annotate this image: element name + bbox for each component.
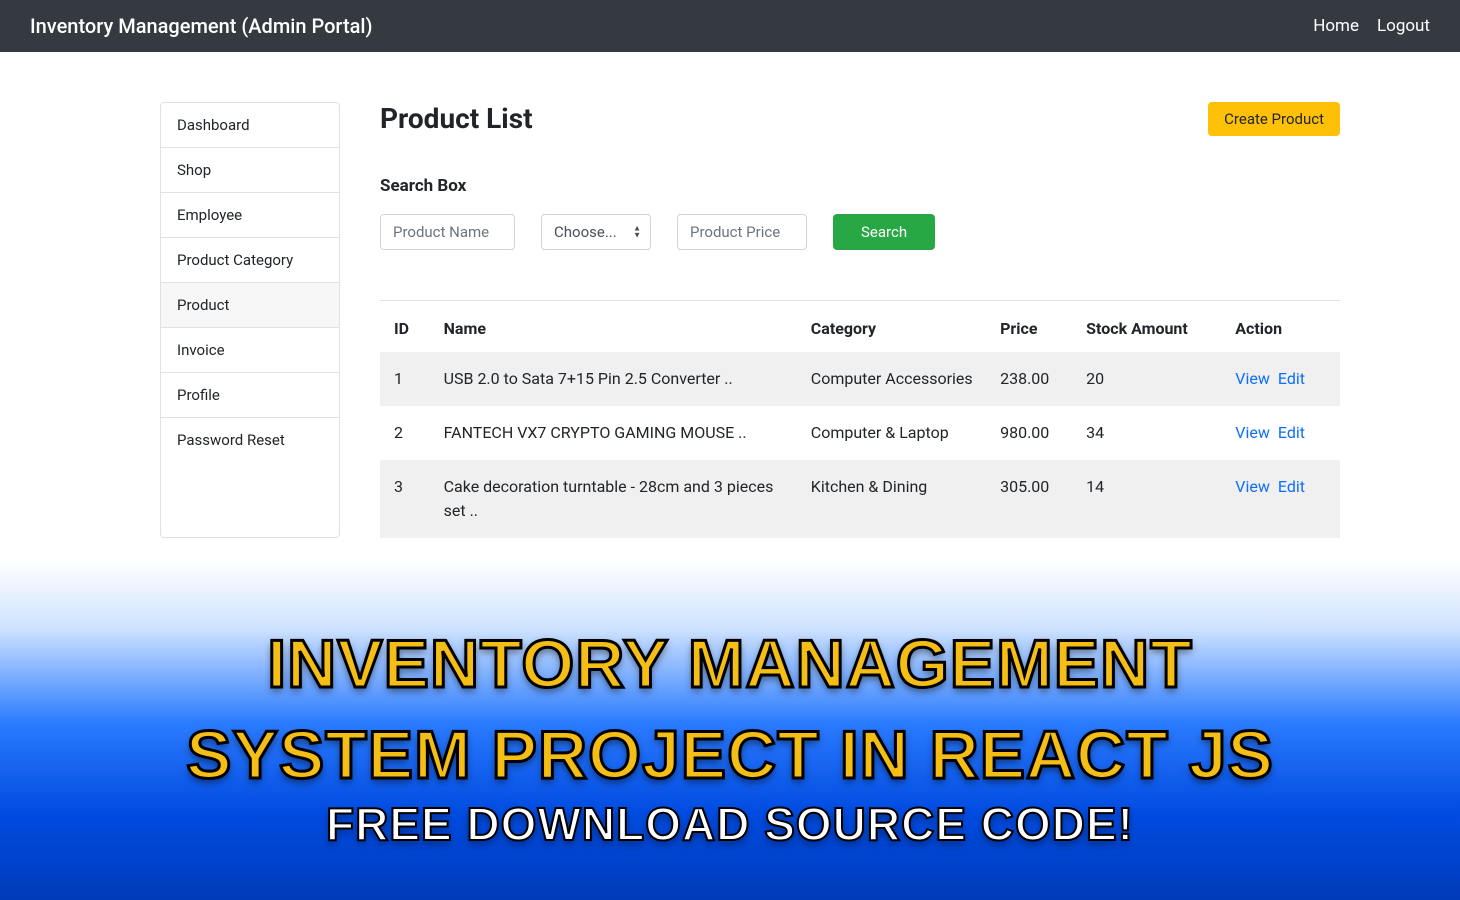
cell-name: USB 2.0 to Sata 7+15 Pin 2.5 Converter .… <box>432 352 799 406</box>
navbar: Inventory Management (Admin Portal) Home… <box>0 0 1460 52</box>
content-container: Dashboard Shop Employee Product Category… <box>0 52 1460 538</box>
nav-home[interactable]: Home <box>1313 16 1359 36</box>
category-select-wrapper: ▲▼ <box>541 214 651 250</box>
cell-name: FANTECH VX7 CRYPTO GAMING MOUSE .. <box>432 406 799 460</box>
sidebar-item-profile[interactable]: Profile <box>161 373 339 418</box>
sidebar: Dashboard Shop Employee Product Category… <box>160 102 340 538</box>
table-body: 1 USB 2.0 to Sata 7+15 Pin 2.5 Converter… <box>380 352 1340 538</box>
cell-stock: 14 <box>1074 460 1223 538</box>
table-row: 3 Cake decoration turntable - 28cm and 3… <box>380 460 1340 538</box>
cell-action: View Edit <box>1223 406 1340 460</box>
edit-link[interactable]: Edit <box>1278 369 1305 388</box>
search-row: ▲▼ Search <box>380 214 1340 250</box>
product-table: ID Name Category Price Stock Amount Acti… <box>380 301 1340 538</box>
cell-name: Cake decoration turntable - 28cm and 3 p… <box>432 460 799 538</box>
search-section: Search Box ▲▼ Search <box>380 176 1340 250</box>
create-product-button[interactable]: Create Product <box>1208 102 1340 136</box>
cell-id: 2 <box>380 406 432 460</box>
sidebar-item-dashboard[interactable]: Dashboard <box>161 103 339 148</box>
cell-id: 1 <box>380 352 432 406</box>
cell-id: 3 <box>380 460 432 538</box>
cell-price: 305.00 <box>988 460 1074 538</box>
table-header-row: ID Name Category Price Stock Amount Acti… <box>380 301 1340 352</box>
overlay-subtitle: FREE DOWNLOAD SOURCE CODE! <box>326 797 1134 851</box>
promo-overlay: INVENTORY MANAGEMENT SYSTEM PROJECT IN R… <box>0 560 1460 900</box>
product-price-input[interactable] <box>677 214 807 250</box>
page-title: Product List <box>380 102 533 135</box>
view-link[interactable]: View <box>1235 477 1270 496</box>
view-link[interactable]: View <box>1235 369 1270 388</box>
nav-logout[interactable]: Logout <box>1377 16 1430 36</box>
cell-price: 980.00 <box>988 406 1074 460</box>
navbar-brand: Inventory Management (Admin Portal) <box>30 14 373 38</box>
cell-action: View Edit <box>1223 352 1340 406</box>
page-header: Product List Create Product <box>380 102 1340 136</box>
cell-category: Computer Accessories <box>799 352 988 406</box>
search-label: Search Box <box>380 176 1340 196</box>
sidebar-item-password-reset[interactable]: Password Reset <box>161 418 339 462</box>
table-row: 2 FANTECH VX7 CRYPTO GAMING MOUSE .. Com… <box>380 406 1340 460</box>
cell-action: View Edit <box>1223 460 1340 538</box>
sidebar-item-shop[interactable]: Shop <box>161 148 339 193</box>
category-select[interactable] <box>541 214 651 250</box>
th-stock: Stock Amount <box>1074 301 1223 352</box>
view-link[interactable]: View <box>1235 423 1270 442</box>
cell-category: Kitchen & Dining <box>799 460 988 538</box>
sidebar-item-employee[interactable]: Employee <box>161 193 339 238</box>
sidebar-item-product[interactable]: Product <box>161 283 339 328</box>
th-price: Price <box>988 301 1074 352</box>
main: Product List Create Product Search Box ▲… <box>380 102 1400 538</box>
th-name: Name <box>432 301 799 352</box>
table-row: 1 USB 2.0 to Sata 7+15 Pin 2.5 Converter… <box>380 352 1340 406</box>
edit-link[interactable]: Edit <box>1278 423 1305 442</box>
table-wrap: ID Name Category Price Stock Amount Acti… <box>380 300 1340 538</box>
cell-price: 238.00 <box>988 352 1074 406</box>
overlay-title-line2: SYSTEM PROJECT IN REACT JS <box>186 720 1274 791</box>
cell-stock: 34 <box>1074 406 1223 460</box>
th-id: ID <box>380 301 432 352</box>
overlay-title-line1: INVENTORY MANAGEMENT <box>267 629 1192 700</box>
th-category: Category <box>799 301 988 352</box>
table-head: ID Name Category Price Stock Amount Acti… <box>380 301 1340 352</box>
cell-category: Computer & Laptop <box>799 406 988 460</box>
sidebar-item-product-category[interactable]: Product Category <box>161 238 339 283</box>
cell-stock: 20 <box>1074 352 1223 406</box>
search-button[interactable]: Search <box>833 214 935 250</box>
navbar-nav: Home Logout <box>1313 16 1430 36</box>
product-name-input[interactable] <box>380 214 515 250</box>
th-action: Action <box>1223 301 1340 352</box>
edit-link[interactable]: Edit <box>1278 477 1305 496</box>
sidebar-item-invoice[interactable]: Invoice <box>161 328 339 373</box>
